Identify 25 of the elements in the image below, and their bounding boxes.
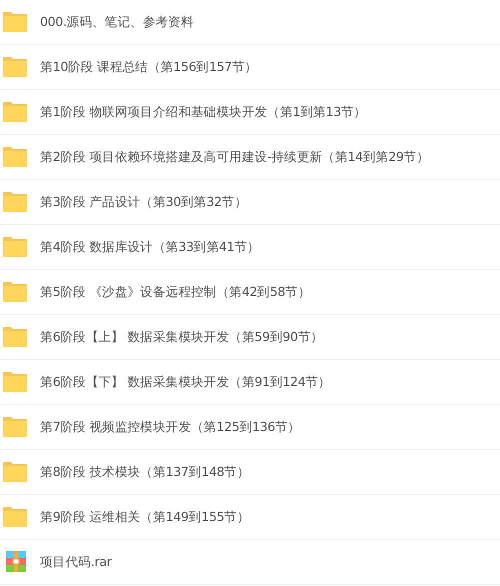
file-name[interactable]: 项目代码.rar xyxy=(40,552,112,572)
folder-icon xyxy=(2,146,28,168)
folder-name[interactable]: 第5阶段 《沙盘》设备远程控制（第42到58节） xyxy=(40,282,311,302)
folder-name[interactable]: 第9阶段 运维相关（第149到155节） xyxy=(40,508,250,526)
folder-name[interactable]: 000.源码、笔记、参考资料 xyxy=(40,12,194,32)
folder-icon xyxy=(2,416,28,438)
folder-icon xyxy=(2,371,28,393)
folder-icon xyxy=(2,281,28,303)
folder-icon xyxy=(2,11,28,33)
folder-name[interactable]: 第3阶段 产品设计（第30到第32节） xyxy=(40,192,248,212)
folder-name[interactable]: 第10阶段 课程总结（第156到157节） xyxy=(40,58,258,76)
folder-name[interactable]: 第2阶段 项目依赖环境搭建及高可用建设-持续更新（第14到第29节） xyxy=(40,148,430,166)
folder-icon xyxy=(2,191,28,213)
folder-name[interactable]: 第4阶段 数据库设计（第33到第41节） xyxy=(40,238,260,256)
folder-icon xyxy=(2,236,28,258)
folder-name[interactable]: 第6阶段【上】 数据采集模块开发（第59到90节） xyxy=(40,328,324,346)
folder-name[interactable]: 第1阶段 物联网项目介绍和基础模块开发（第1到第13节） xyxy=(40,102,366,122)
folder-icon xyxy=(2,326,28,348)
folder-icon xyxy=(2,506,28,528)
folder-name[interactable]: 第7阶段 视频监控模块开发（第125到136节） xyxy=(40,418,300,436)
folder-name[interactable]: 第8阶段 技术模块（第137到148节） xyxy=(40,462,250,482)
folder-icon xyxy=(2,101,28,123)
folder-icon xyxy=(2,56,28,78)
folder-icon xyxy=(2,461,28,483)
folder-name[interactable]: 第6阶段【下】 数据采集模块开发（第91到124节） xyxy=(40,372,331,392)
